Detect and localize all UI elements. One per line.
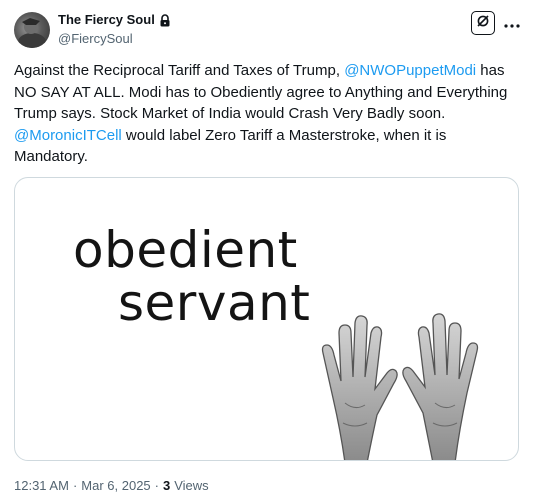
tweet-date[interactable]: Mar 6, 2025 <box>81 478 150 494</box>
meta-separator-2: · <box>154 478 159 493</box>
grok-button[interactable] <box>471 11 495 35</box>
avatar[interactable] <box>14 12 50 48</box>
tweet-text: Against the Reciprocal Tariff and Taxes … <box>14 60 514 168</box>
more-button[interactable] <box>500 12 524 36</box>
author-display-name[interactable]: The Fiercy Soul <box>58 12 155 28</box>
tweet-time[interactable]: 12:31 AM <box>14 478 69 494</box>
tweet-meta: 12:31 AM · Mar 6, 2025 · 3 Views <box>14 478 209 494</box>
author-name-row: The Fiercy Soul <box>58 12 171 28</box>
views-count: 3 <box>163 478 171 493</box>
more-horizontal-icon <box>504 15 520 33</box>
author-handle[interactable]: @FiercySoul <box>58 31 133 47</box>
tweet-media-image[interactable]: obedient servant <box>14 177 519 461</box>
mention-link-nwopuppetmodi[interactable]: @NWOPuppetModi <box>344 62 476 79</box>
grok-icon <box>476 14 490 33</box>
media-text-line-1: obedient <box>73 221 298 279</box>
tweet-text-part-1: Against the Reciprocal Tariff and Taxes … <box>14 62 345 79</box>
media-text-line-2: servant <box>118 274 311 332</box>
views-label: Views <box>174 478 209 493</box>
mention-link-moronicitcell[interactable]: @MoronicITCell <box>14 127 122 144</box>
raised-hands-illustration <box>315 293 485 460</box>
lock-icon <box>159 13 171 27</box>
meta-separator: · <box>72 478 78 493</box>
